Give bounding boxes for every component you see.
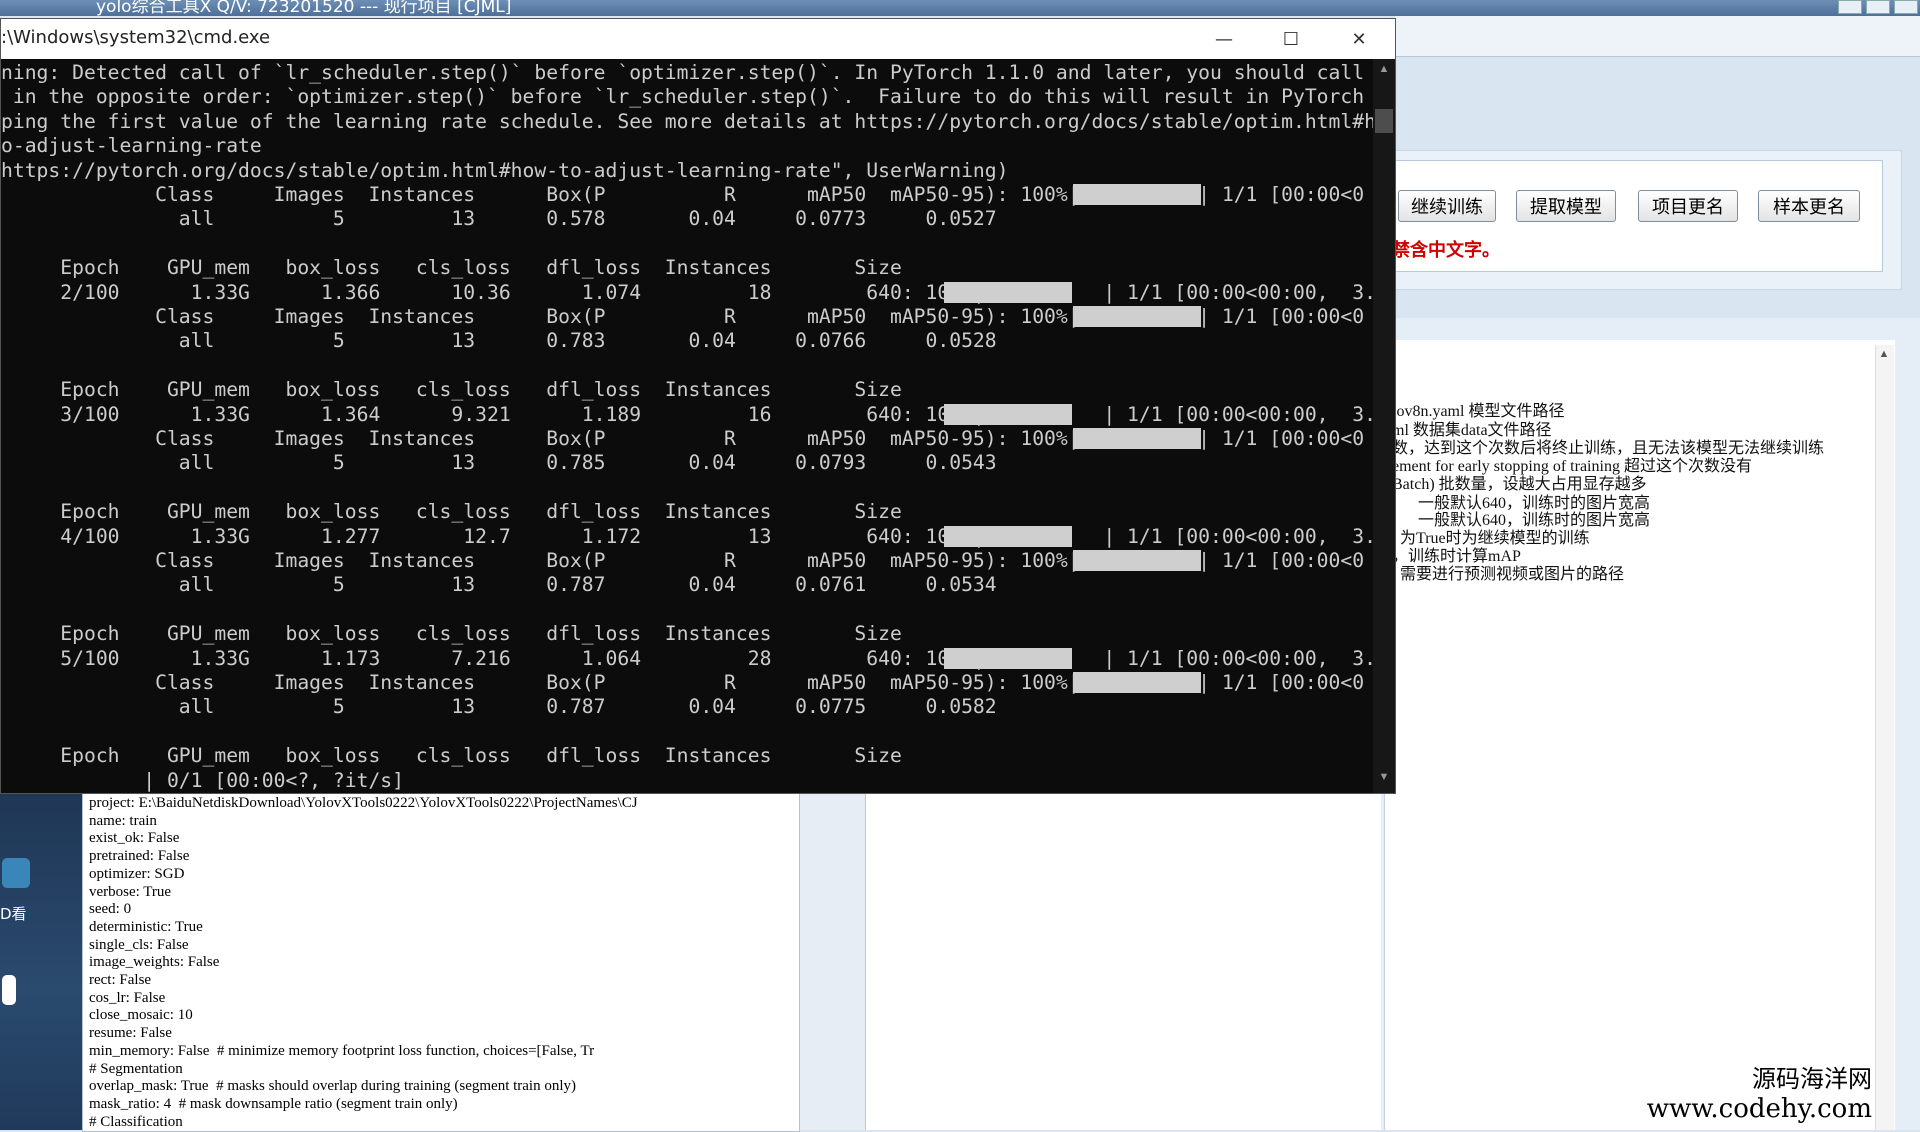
cmd-title: :\Windows\system32\cmd.exe [1,27,271,48]
continue-training-button[interactable]: 继续训练 [1398,190,1496,222]
cmd-scrollbar[interactable] [1373,59,1395,793]
progress-bar-fill [944,403,1072,425]
watermark-name: 源码海洋网 [1752,1065,1872,1093]
rename-project-button[interactable]: 项目更名 [1638,190,1738,222]
cmd-maximize-button[interactable]: ☐ [1263,19,1319,59]
console-line: Epoch GPU_mem box_loss cls_loss dfl_loss… [1,622,902,646]
maximize-button[interactable] [1866,0,1890,14]
config-log-box[interactable]: project: E:\BaiduNetdiskDownload\YolovXT… [82,790,800,1132]
log-line: seed: 0 [89,901,132,918]
progress-bar-fill [1073,184,1201,205]
console-line: 5/100 1.33G 1.173 7.216 1.064 28 640: 10… [1,646,1373,670]
console-line: https://pytorch.org/docs/stable/optim.ht… [1,158,1009,182]
log-line: # Classification [89,1113,183,1130]
scroll-up-icon[interactable]: ▲ [1373,63,1395,81]
console-line: all 5 13 0.785 0.04 0.0793 0.0543 [1,451,997,475]
console-line: 4/100 1.33G 1.277 12.7 1.172 13 640: 100… [1,524,1373,548]
log-line: exist_ok: False [89,830,180,847]
log-line: # Segmentation [89,1060,183,1077]
console-line: ning: Detected call of `lr_scheduler.ste… [1,61,1365,84]
console-line: all 5 13 0.787 0.04 0.0761 0.0534 [1,573,997,597]
log-line: rect: False [89,972,152,989]
app-titlebar: yolo综合工具X Q/V: 723201520 --- 现行项目 [CJML] [0,0,1920,16]
log-line: optimizer: SGD [89,865,185,882]
log-line: project: E:\BaiduNetdiskDownload\YolovXT… [89,795,638,811]
log-line: single_cls: False [89,936,189,953]
log-line: name: train [89,812,157,829]
cmd-titlebar[interactable]: :\Windows\system32\cmd.exe — ☐ ✕ [1,19,1395,59]
progress-bar-fill [1073,672,1201,693]
desktop-icon-label: D看 [0,905,27,923]
log-line: cos_lr: False [89,989,166,1006]
cmd-console-output[interactable]: ning: Detected call of `lr_scheduler.ste… [1,59,1373,793]
progress-bar-fill [944,647,1072,669]
scroll-down-icon[interactable]: ▼ [1373,771,1395,789]
app-title: yolo综合工具X Q/V: 723201520 --- 现行项目 [CJML] [96,0,512,16]
desktop-app-icon[interactable] [2,975,16,1005]
warning-text: 禁含中文字。 [1392,240,1500,261]
console-line: Epoch GPU_mem box_loss cls_loss dfl_loss… [1,500,902,524]
rename-samples-button[interactable]: 样本更名 [1758,190,1860,222]
console-line: Epoch GPU_mem box_loss cls_loss dfl_loss… [1,256,902,280]
log-line: overlap_mask: True # masks should overla… [89,1078,577,1095]
progress-bar-fill [944,525,1072,547]
close-button[interactable] [1894,0,1918,14]
log-line: mask_ratio: 4 # mask downsample ratio (s… [89,1095,458,1112]
console-line: all 5 13 0.783 0.04 0.0766 0.0528 [1,329,997,353]
console-line: in the opposite order: `optimizer.step()… [1,85,1365,109]
progress-bar-fill [944,281,1072,303]
cmd-window[interactable]: :\Windows\system32\cmd.exe — ☐ ✕ ning: D… [0,18,1396,794]
cmd-scroll-thumb[interactable] [1375,109,1393,133]
help-scrollbar[interactable] [1875,345,1894,1130]
log-line: image_weights: False [89,954,220,971]
console-line: Epoch GPU_mem box_loss cls_loss dfl_loss… [1,744,902,768]
extract-model-button[interactable]: 提取模型 [1516,190,1616,222]
console-line: 3/100 1.33G 1.364 9.321 1.189 16 640: 10… [1,402,1373,426]
minimize-button[interactable] [1838,0,1862,14]
help-note: 需要进行预测视频或图片的路径 [1400,566,1625,583]
desktop-background [0,780,82,1130]
watermark: 源码海洋网 www.codehy.com [1647,1059,1872,1124]
log-line: min_memory: False # minimize memory foot… [89,1042,595,1059]
cmd-close-button[interactable]: ✕ [1331,19,1387,59]
main-content-area [865,790,1381,1130]
log-line: deterministic: True [89,918,203,935]
log-line: verbose: True [89,883,172,900]
console-line: ping the first value of the learning rat… [1,109,1373,133]
console-line: o-adjust-learning-rate [1,134,262,158]
log-line: pretrained: False [89,848,190,865]
log-line: close_mosaic: 10 [89,1007,193,1024]
progress-bar-fill [1073,550,1201,571]
console-line: | 0/1 [00:00<?, ?it/s] [1,768,404,792]
cmd-minimize-button[interactable]: — [1196,19,1252,59]
console-line: Epoch GPU_mem box_loss cls_loss dfl_loss… [1,378,902,402]
progress-bar-fill [1073,306,1201,327]
progress-bar-fill [1073,428,1201,449]
watermark-url: www.codehy.com [1646,1094,1872,1124]
app-toolbar-strip [1395,16,1920,57]
console-line: all 5 13 0.787 0.04 0.0775 0.0582 [1,695,997,719]
desktop-app-icon[interactable] [2,858,30,888]
scroll-up-icon[interactable]: ▲ [1876,348,1892,364]
log-line: resume: False [89,1025,172,1042]
console-line: all 5 13 0.578 0.04 0.0773 0.0527 [1,207,997,231]
console-line: 2/100 1.33G 1.366 10.36 1.074 18 640: 10… [1,280,1373,304]
